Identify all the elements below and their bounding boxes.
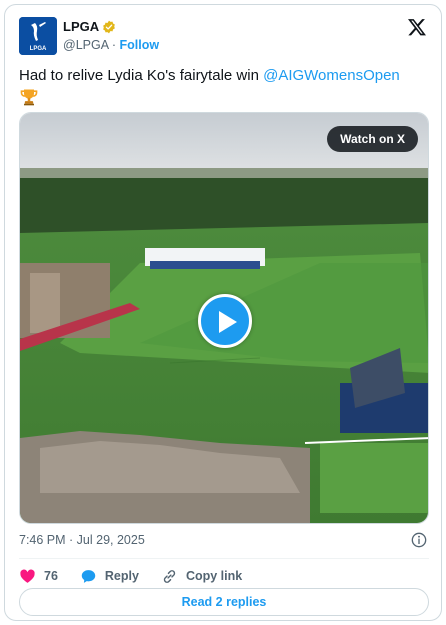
reply-button[interactable]: Reply (80, 568, 139, 585)
tweet-body: Had to relive Lydia Ko's fairytale win (19, 67, 264, 84)
verified-badge-icon (103, 20, 115, 33)
tweet-text: Had to relive Lydia Ko's fairytale win @… (19, 66, 429, 86)
heart-icon (20, 568, 35, 583)
follow-button[interactable]: Follow (120, 38, 160, 52)
copy-link-button[interactable]: Copy link (161, 568, 242, 585)
tweet-timestamp[interactable]: 7:46 PM · Jul 29, 2025 (19, 533, 145, 547)
play-button[interactable] (198, 294, 252, 348)
trophy-icon (20, 89, 38, 106)
info-icon[interactable] (411, 532, 427, 548)
author-name-text: LPGA (63, 19, 100, 34)
mention-link[interactable]: @AIGWomensOpen (263, 67, 400, 84)
avatar-caption: LPGA (30, 46, 47, 52)
author-handle[interactable]: @LPGA (63, 38, 108, 52)
read-replies-button[interactable]: Read 2 replies (19, 588, 429, 616)
handle-row: @LPGA · Follow (63, 38, 159, 52)
like-count: 76 (44, 569, 58, 583)
author-name[interactable]: LPGA (63, 19, 116, 34)
like-button[interactable]: 76 (19, 568, 58, 585)
link-icon (163, 569, 176, 583)
watch-on-x-button[interactable]: Watch on X (327, 126, 418, 152)
video-media[interactable]: Watch on X (19, 112, 429, 524)
reply-label: Reply (104, 569, 139, 583)
copy-link-label: Copy link (185, 569, 243, 583)
lpga-logo-icon: LPGA (19, 17, 57, 55)
action-bar: 76 Reply Copy link (19, 565, 264, 587)
play-icon (219, 311, 237, 333)
reply-bubble-icon (81, 569, 96, 583)
tweet-card: LPGA LPGA @LPGA · Follow Had to relive L… (4, 4, 442, 621)
avatar[interactable]: LPGA (19, 17, 57, 55)
handle-separator: · (111, 38, 117, 52)
x-logo-icon[interactable] (407, 17, 427, 37)
divider (19, 558, 429, 559)
